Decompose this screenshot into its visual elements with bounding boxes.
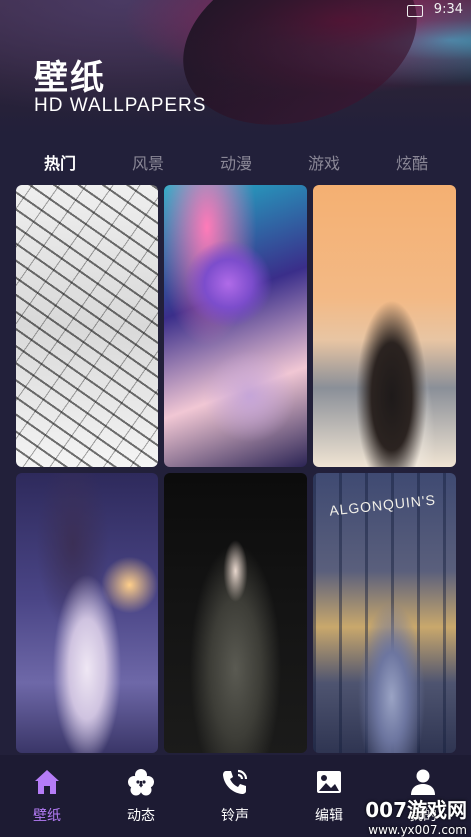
- category-tabs: 热门 风景 动漫 游戏 炫酷: [0, 146, 471, 178]
- tab-scenery[interactable]: 风景: [118, 150, 178, 174]
- home-icon: [35, 770, 59, 794]
- nav-label-live: 动态: [127, 808, 155, 824]
- nav-label-wallpaper: 壁纸: [33, 808, 61, 824]
- battery-icon: [407, 5, 423, 17]
- watermark-brand: 007游戏网: [365, 798, 467, 822]
- door-sign-text: ALGONQUIN'S: [328, 491, 437, 519]
- tab-cool[interactable]: 炫酷: [382, 150, 442, 174]
- nav-label-ringtone: 铃声: [221, 808, 249, 824]
- flower-icon: [128, 769, 154, 796]
- status-bar: 9:34: [0, 0, 471, 22]
- tab-games[interactable]: 游戏: [294, 150, 354, 174]
- wallpaper-card-manga[interactable]: [16, 185, 158, 467]
- page-title: 壁纸: [34, 58, 106, 98]
- user-icon: [411, 769, 435, 795]
- nav-item-ringtone[interactable]: 铃声: [195, 767, 275, 825]
- page-subtitle: HD WALLPAPERS: [34, 95, 207, 116]
- phone-ring-icon: [223, 769, 248, 794]
- nav-item-live[interactable]: 动态: [101, 767, 181, 825]
- nav-item-wallpaper[interactable]: 壁纸: [7, 767, 87, 825]
- tab-hot[interactable]: 热门: [30, 150, 90, 174]
- wallpaper-card-door-girl[interactable]: ALGONQUIN'S: [313, 473, 456, 753]
- image-icon: [317, 771, 341, 793]
- nav-item-edit[interactable]: 编辑: [289, 767, 369, 825]
- header-banner: 9:34 壁纸 HD WALLPAPERS: [0, 0, 471, 135]
- watermark-url: www.yx007.com: [368, 823, 467, 837]
- nav-label-edit: 编辑: [315, 808, 343, 824]
- wallpaper-app-screen: 9:34 壁纸 HD WALLPAPERS 热门 风景 动漫 游戏 炫酷 ALG…: [0, 0, 471, 837]
- wallpaper-card-beach-girl[interactable]: [313, 185, 456, 467]
- site-watermark: 007游戏网 www.yx007.com: [365, 794, 467, 837]
- status-time: 9:34: [433, 2, 463, 17]
- tab-anime[interactable]: 动漫: [206, 150, 266, 174]
- wallpaper-card-reaching-girl[interactable]: [164, 473, 307, 753]
- wallpaper-card-fireworks-girl[interactable]: [16, 473, 158, 753]
- wallpaper-card-anime-eye[interactable]: [164, 185, 307, 467]
